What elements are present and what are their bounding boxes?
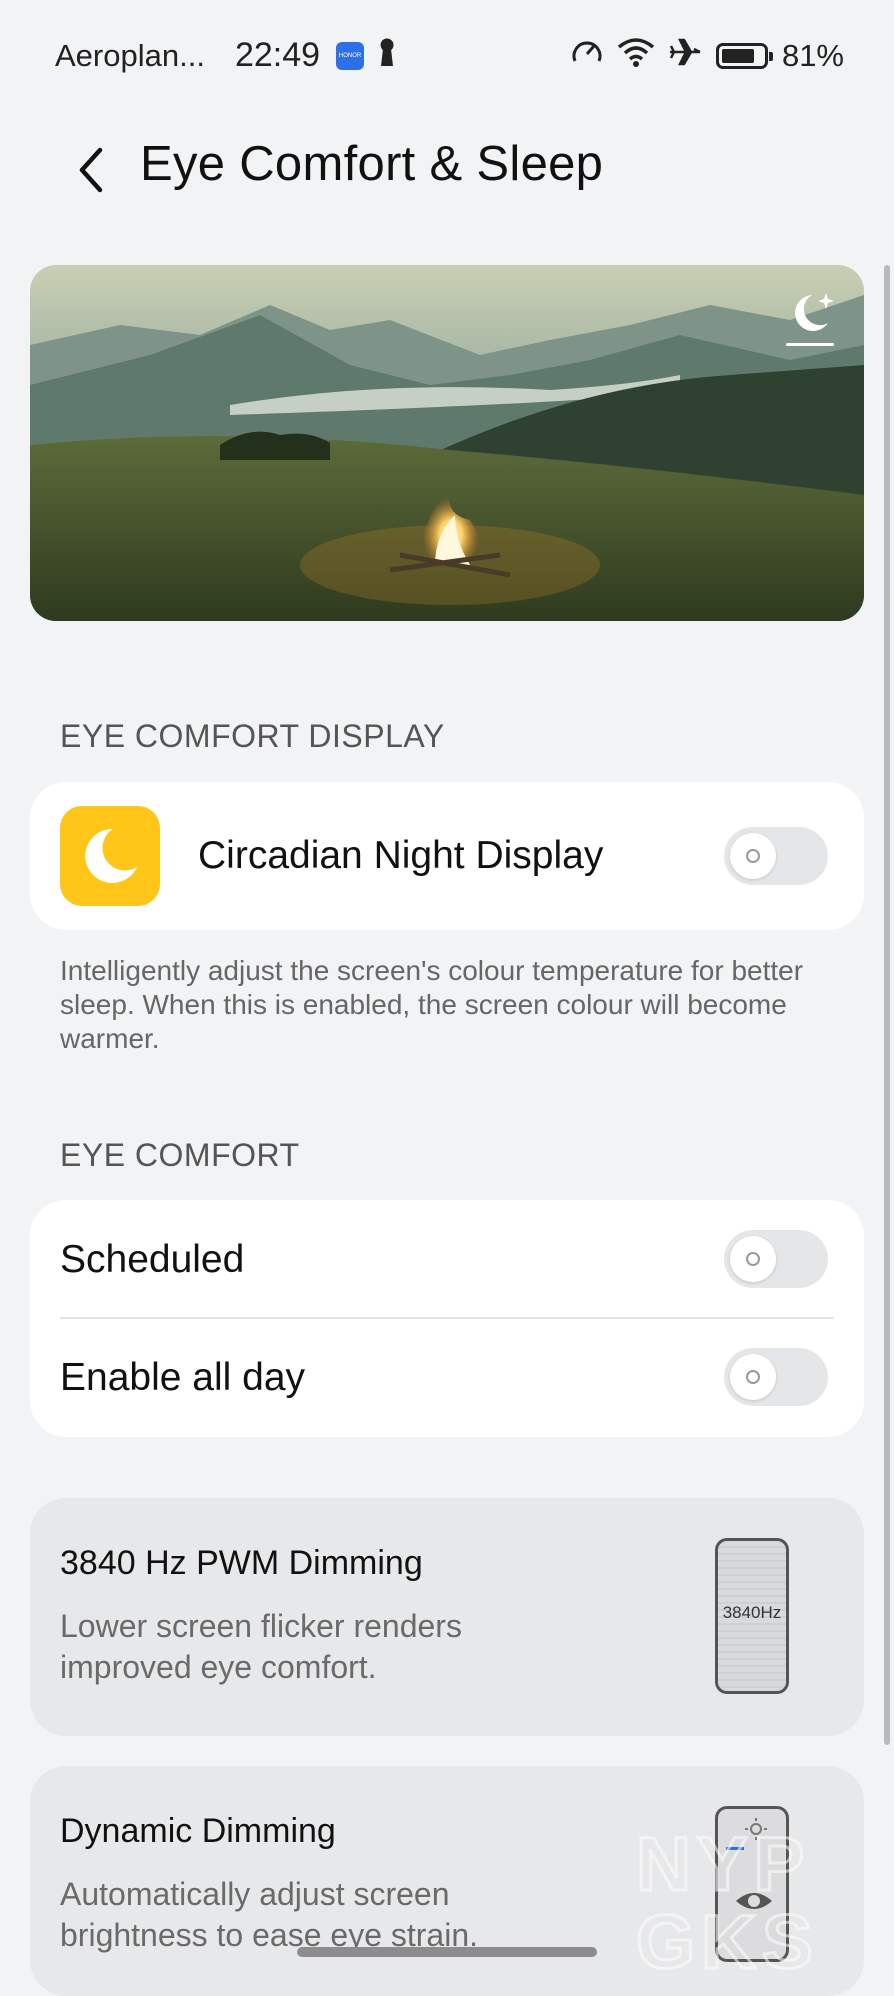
circadian-row[interactable]: Circadian Night Display: [30, 782, 864, 930]
status-bar: Aeroplan... 22:49 HONOR 81%: [0, 0, 894, 110]
battery-percent: 81%: [781, 38, 844, 73]
pwm-dimming-card[interactable]: 3840 Hz PWM Dimming Lower screen flicker…: [30, 1498, 864, 1736]
page-header: Eye Comfort & Sleep: [0, 130, 894, 210]
battery-icon: [715, 43, 773, 69]
moon-sparkle-icon[interactable]: [782, 287, 838, 351]
keyhole-icon: [378, 37, 396, 75]
scheduled-row[interactable]: Scheduled: [30, 1200, 864, 1318]
pwm-title: 3840 Hz PWM Dimming: [60, 1544, 423, 1582]
honor-notification-icon: HONOR: [336, 41, 365, 70]
pwm-description: Lower screen flicker renders improved ey…: [60, 1608, 462, 1685]
toggle-knob: [730, 833, 776, 879]
all-day-row[interactable]: Enable all day: [30, 1318, 864, 1437]
page-title: Eye Comfort & Sleep: [140, 137, 604, 191]
dynamic-title: Dynamic Dimming: [60, 1812, 336, 1850]
circadian-toggle[interactable]: [724, 827, 828, 885]
circadian-card: Circadian Night Display: [30, 782, 864, 930]
airplane-icon: [656, 37, 702, 75]
scrollbar[interactable]: [884, 265, 890, 1745]
toggle-knob: [730, 1236, 776, 1282]
status-right: 81%: [558, 36, 844, 76]
dynamic-description: Automatically adjust screen brightness t…: [60, 1876, 479, 1953]
toggle-knob: [730, 1354, 776, 1400]
phone-hz-illustration: 3840Hz: [715, 1538, 789, 1694]
circadian-description: Intelligently adjust the screen's colour…: [60, 955, 804, 1054]
home-indicator[interactable]: [297, 1947, 597, 1957]
all-day-label: Enable all day: [60, 1356, 306, 1399]
scheduled-toggle[interactable]: [724, 1230, 828, 1288]
eye-comfort-card: Scheduled Enable all day: [30, 1200, 864, 1437]
watermark-line1: NYP: [636, 1824, 810, 1907]
all-day-toggle[interactable]: [724, 1348, 828, 1406]
battery-level: [721, 49, 754, 63]
hero-campfire-image: [30, 265, 864, 621]
moon-icon: [60, 806, 160, 906]
circadian-label: Circadian Night Display: [198, 834, 604, 877]
scheduled-label: Scheduled: [60, 1238, 245, 1281]
watermark-logo: NYP GKS: [636, 1824, 819, 1974]
landscape-illustration: [30, 265, 864, 621]
back-button[interactable]: [66, 140, 116, 200]
status-left: Aeroplan... 22:49 HONOR: [55, 36, 396, 75]
clock: 22:49: [234, 36, 321, 74]
carrier-label: Aeroplan...: [55, 37, 205, 73]
hz-label: 3840Hz: [722, 1603, 782, 1622]
section-header-eye-comfort: EYE COMFORT: [60, 1137, 300, 1173]
back-arrow-icon: [79, 147, 103, 193]
watermark-line2: GKS: [636, 1900, 819, 1974]
speed-gauge-icon: [558, 37, 604, 75]
wifi-icon: [604, 36, 656, 76]
section-header-eye-comfort-display: EYE COMFORT DISPLAY: [60, 718, 445, 754]
